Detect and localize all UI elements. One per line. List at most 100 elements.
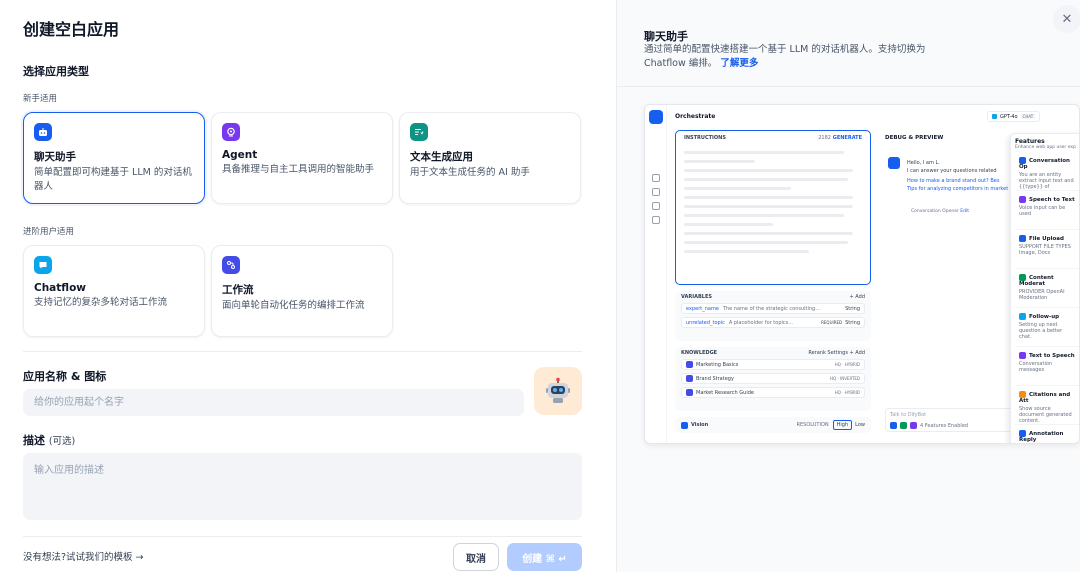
preview-model-tag: CHAT	[1020, 114, 1036, 119]
preview-features-sub: Enhance web app user exp	[1015, 145, 1076, 150]
preview-kb-row: Market Research Guide HQ · HYBRID	[681, 387, 865, 398]
preview-generate: GENERATE	[832, 135, 862, 141]
preview-sidebar	[645, 105, 667, 443]
preview-knowledge-label: KNOWLEDGE	[681, 350, 718, 356]
kb-tag: HQ · HYBRID	[834, 390, 860, 395]
feature-icon	[1019, 430, 1026, 437]
preview-features-enabled: 4 Features Enabled	[920, 422, 969, 429]
preview-instructions: INSTRUCTIONS 2182 GENERATE	[675, 130, 871, 285]
preview-knowledge: KNOWLEDGE Rerank Settings + Add Marketin…	[675, 347, 871, 411]
preview-model: GPT-4o	[1000, 113, 1018, 120]
app-name-input[interactable]: 给你的应用起个名字	[23, 389, 524, 416]
preview-feature-item: Conversation Op You are an entity extract…	[1015, 152, 1079, 191]
bot-icon	[34, 123, 52, 141]
page-title: 创建空白应用	[23, 20, 120, 39]
preview-rerank: Rerank Settings	[808, 350, 848, 356]
preview-kb-row: Brand Strategy HQ · INVERTED	[681, 373, 865, 384]
create-button[interactable]: 创建 ⌘ ↵	[507, 543, 582, 571]
var-name: expert_name	[686, 305, 719, 312]
preview-can-answer: I can answer your questions related	[907, 168, 997, 174]
card-title: 工作流	[222, 284, 254, 296]
preview-suggestion-b: Bes	[990, 178, 1000, 184]
card-desc: 面向单轮自动化任务的编排工作流	[222, 300, 365, 311]
preview-instructions-label: INSTRUCTIONS	[684, 135, 726, 141]
var-desc: The name of the strategic consulting...	[722, 305, 820, 312]
learn-more-link[interactable]: 了解更多	[720, 58, 758, 69]
feature-name: File Upload	[1029, 236, 1064, 242]
agent-icon	[222, 123, 240, 141]
preview-chat-input: Talk to DifyBot 4 Features Enabled	[885, 408, 1015, 432]
preview-add-knowledge: + Add	[849, 350, 865, 356]
preview-description: 通过简单的配置快速搭建一个基于 LLM 的对话机器人。支持切换为 Chatflo…	[644, 43, 964, 71]
kb-tag: HQ · INVERTED	[830, 376, 860, 381]
preview-feature-item: File Upload SUPPORT FILE TYPES Image, Doc…	[1015, 230, 1079, 269]
workflow-icon	[222, 256, 240, 274]
preview-hello: Hello, I am L.	[907, 160, 940, 166]
section-divider	[23, 351, 582, 352]
app-type-agent[interactable]: Agent 具备推理与自主工具调用的智能助手	[211, 112, 393, 204]
footer-divider	[23, 536, 582, 537]
preview-instr-count: 2182	[818, 135, 831, 141]
preview-features-title: Features	[1015, 138, 1045, 145]
preview-title: 聊天助手	[644, 30, 688, 43]
preview-resolution: RESOLUTION	[796, 422, 829, 428]
desc-label: 描述 (可选)	[23, 432, 75, 448]
preview-variable-row: expert_name The name of the strategic con…	[681, 303, 865, 314]
text-generator-icon	[410, 123, 428, 141]
preview-feature-item: Content Moderat PROVIDER OpenAI Moderatio…	[1015, 269, 1079, 308]
app-description-input[interactable]: 输入应用的描述	[23, 453, 582, 520]
name-label: 应用名称 & 图标	[23, 370, 107, 383]
card-desc: 具备推理与自主工具调用的智能助手	[222, 164, 375, 175]
feature-desc: Show source document generated content.	[1019, 406, 1072, 424]
feature-icon	[1019, 235, 1026, 242]
preview-suggestion: Tips for analyzing competitors in market	[907, 186, 1009, 192]
app-type-text-generator[interactable]: 文本生成应用 用于文本生成任务的 AI 助手	[399, 112, 581, 204]
preview-divider	[617, 86, 1080, 87]
preview-features-panel: Features Enhance web app user exp Conver…	[1010, 133, 1079, 443]
preview-variables: VARIABLES + Add expert_name The name of t…	[675, 291, 871, 341]
cancel-button[interactable]: 取消	[453, 543, 499, 571]
kb-tag: HQ · HYBRID	[834, 362, 860, 367]
app-icon-picker[interactable]	[534, 367, 582, 415]
preview-talk: Talk to DifyBot	[890, 412, 927, 418]
var-type: String	[845, 319, 860, 326]
preview-variables-label: VARIABLES	[681, 294, 712, 300]
create-app-panel: 创建空白应用 选择应用类型 新手适用 聊天助手 简单配置即可构建基于 LLM 的…	[0, 0, 616, 572]
preview-orchestrate: Orchestrate	[675, 113, 716, 120]
card-title: Chatflow	[34, 282, 86, 294]
preview-suggestion: How to make a brand stand out?	[907, 178, 989, 184]
preview-feature-item: Speech to Text Voice input can be used	[1015, 191, 1079, 230]
preview-greeting: Hello, I am L. I can answer your questio…	[907, 159, 1027, 193]
desc-optional: (可选)	[48, 436, 76, 447]
chatflow-icon	[34, 256, 52, 274]
feature-icon	[1019, 157, 1026, 164]
preview-opener-edit: Edit	[960, 209, 969, 214]
kb-name: Marketing Basics	[696, 361, 739, 368]
feature-icon	[1019, 196, 1026, 203]
preview-debug-title: DEBUG & PREVIEW	[885, 135, 944, 141]
card-title: 聊天助手	[34, 151, 76, 163]
card-title: 文本生成应用	[410, 151, 473, 163]
preview-opener-text: Conversation Opener	[911, 209, 959, 214]
feature-desc: You are an entity extract input text and…	[1019, 172, 1074, 190]
app-type-chatflow[interactable]: Chatflow 支持记忆的复杂多轮对话工作流	[23, 245, 205, 337]
feature-icon	[1019, 391, 1026, 398]
feature-desc: Conversation messages	[1019, 361, 1053, 373]
template-link[interactable]: 没有想法?试试我们的模板 →	[23, 549, 144, 563]
app-type-chat-assistant[interactable]: 聊天助手 简单配置即可构建基于 LLM 的对话机器人	[23, 112, 205, 204]
robot-icon	[546, 377, 570, 403]
close-icon[interactable]: ✕	[1053, 5, 1080, 33]
card-desc: 简单配置即可构建基于 LLM 的对话机器人	[34, 167, 192, 192]
preview-vision: Vision RESOLUTION High Low	[675, 417, 871, 433]
feature-name: Citations and Att	[1019, 392, 1071, 404]
var-name: unrelated_topic	[686, 319, 725, 326]
var-desc: A placeholder for topics...	[728, 319, 794, 326]
feature-icon	[1019, 313, 1026, 320]
preview-feature-item: Annotation Reply	[1015, 425, 1079, 443]
var-type: String	[845, 305, 860, 312]
feature-name: Follow-up	[1029, 314, 1060, 320]
preview-high: High	[832, 420, 853, 430]
preview-model-selector: GPT-4o CHAT	[987, 111, 1041, 122]
preview-variable-row: unrelated_topic A placeholder for topics.…	[681, 317, 865, 328]
app-type-workflow[interactable]: 工作流 面向单轮自动化任务的编排工作流	[211, 245, 393, 337]
